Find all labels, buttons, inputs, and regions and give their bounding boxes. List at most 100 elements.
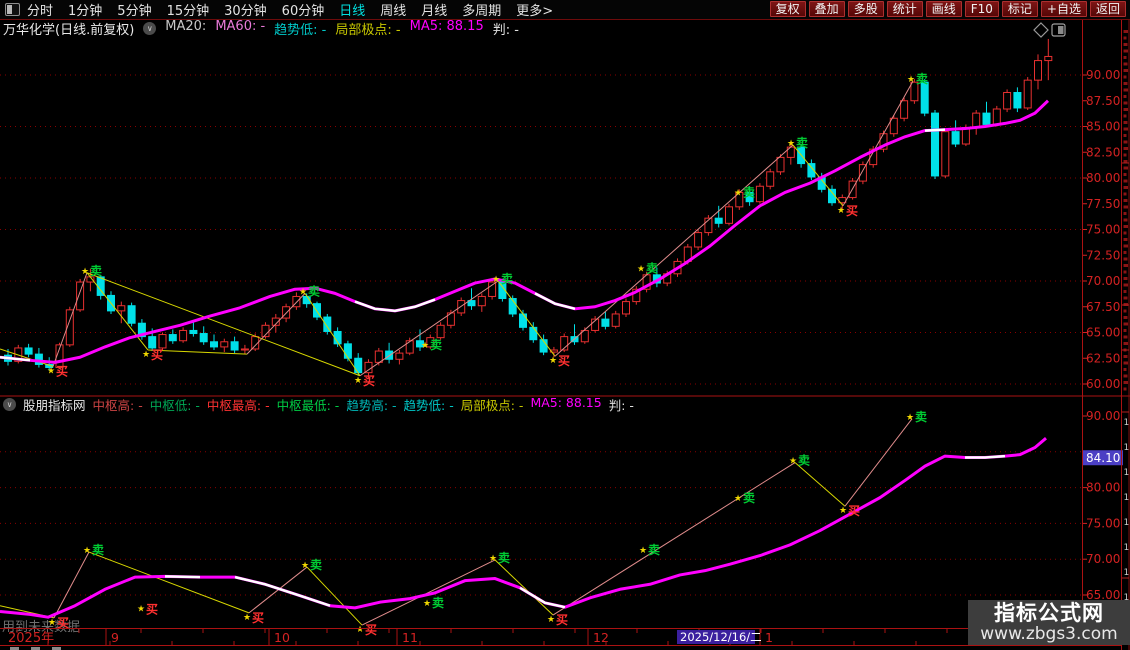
strip-glyph (1123, 49, 1128, 53)
buy-mark: 买 (363, 374, 375, 388)
toolbar-button-7[interactable]: +自选 (1040, 1, 1087, 17)
strip-glyph (1123, 283, 1128, 287)
year-label: 2025年 (8, 631, 54, 646)
candle-body (230, 341, 239, 351)
toolbar-button-6[interactable]: 标记 (1001, 1, 1038, 17)
price-axis-label: 70.00 (1086, 552, 1120, 566)
strip-glyph (1123, 114, 1127, 118)
candle-body (179, 329, 188, 342)
candle-body (776, 156, 785, 173)
trend-line-up (359, 280, 499, 377)
strip-glyph (1123, 69, 1128, 72)
period-tab-1[interactable]: 1分钟 (68, 0, 102, 19)
candle-body (694, 232, 703, 248)
strip-glyph (1123, 192, 1127, 196)
period-tab-2[interactable]: 5分钟 (117, 0, 151, 19)
star-icon: ★ (489, 554, 497, 564)
star-icon: ★ (142, 350, 150, 360)
period-tab-3[interactable]: 15分钟 (167, 0, 210, 19)
strip-digit: 1 (1124, 468, 1130, 478)
strip-glyph (1123, 82, 1128, 85)
buy-mark: 买 (365, 623, 377, 637)
star-icon: ★ (243, 613, 251, 623)
toolbar-button-8[interactable]: 返回 (1089, 1, 1126, 17)
toolbar-button-3[interactable]: 统计 (886, 1, 923, 17)
toolbar-button-1[interactable]: 叠加 (808, 1, 845, 17)
buy-mark: 买 (56, 364, 68, 378)
watermark-url: www.zbgs3.com (980, 624, 1118, 644)
strip-digit: 1 (1124, 418, 1130, 428)
strip-glyph (1123, 166, 1128, 170)
period-tab-5[interactable]: 60分钟 (282, 0, 325, 19)
chevron-down-icon[interactable]: ∨ (143, 22, 157, 35)
toolbar-button-0[interactable]: 复权 (769, 1, 806, 17)
star-icon: ★ (299, 287, 307, 297)
star-icon: ★ (137, 604, 145, 614)
strip-glyph (1123, 368, 1127, 371)
strip-glyph (1123, 264, 1128, 267)
candle-body (931, 112, 939, 177)
sell-mark: 卖 (796, 135, 808, 150)
strip-glyph (1123, 43, 1128, 46)
price-axis-label: 85.00 (1086, 120, 1120, 134)
strip-glyph (1123, 101, 1128, 105)
period-tab-0[interactable]: 分时 (27, 0, 53, 19)
chevron-down-icon[interactable]: ∨ (3, 398, 16, 411)
strip-glyph (1123, 30, 1128, 33)
candle-body (343, 343, 352, 359)
strip-glyph (1123, 231, 1127, 235)
period-tab-6[interactable]: 日线 (339, 0, 365, 19)
candle-body (858, 164, 867, 182)
period-tab-8[interactable]: 月线 (421, 0, 447, 19)
price-axis-label: 62.50 (1086, 351, 1120, 365)
strip-glyph (1123, 244, 1128, 248)
strip-glyph (1123, 342, 1128, 345)
date-axis: 2025年9101112122025/12/16/二 (8, 629, 1072, 646)
star-icon: ★ (301, 561, 309, 571)
candle-body (117, 305, 126, 312)
price-axis-label: 60.00 (1086, 377, 1120, 391)
indicator-panel: ★ 买★ 卖★ 买★ 买★ 卖★ 买★ 卖★ 卖★ 买★ 卖★ 卖★ 卖★ 买★ 卖 90.0080.0075… (0, 409, 1123, 637)
split-panel-icon[interactable] (1051, 23, 1066, 37)
indicator-field-0: 中枢高: - (92, 398, 143, 413)
period-tab-4[interactable]: 30分钟 (224, 0, 267, 19)
sell-mark: 卖 (432, 595, 444, 610)
strip-glyph (1123, 296, 1128, 300)
star-icon: ★ (48, 618, 56, 628)
app-window: 分时 1分钟 5分钟 15分钟 30分钟 60分钟 日线 周线 月线 多周期 更多> 复权 叠加 多股统… (0, 0, 1130, 650)
star-icon: ★ (837, 206, 845, 216)
buy-mark: 买 (146, 602, 158, 616)
strip-glyph (1123, 36, 1127, 40)
indicator-field-7: MA5: 88.15 (530, 395, 602, 410)
toolbar-button-4[interactable]: 画线 (925, 1, 962, 17)
buy-mark: 买 (57, 616, 69, 630)
candle-body (405, 340, 414, 354)
candle-body (920, 81, 929, 114)
sell-mark: 卖 (915, 409, 927, 424)
candle-body (1044, 55, 1053, 62)
trend-line-up (552, 462, 796, 616)
trend-line-down (304, 293, 361, 377)
month-label: 1 (765, 630, 773, 645)
strip-glyph (1123, 95, 1127, 98)
candle-body (766, 171, 775, 187)
period-tab-10[interactable]: 更多> (516, 0, 553, 19)
period-tab-9[interactable]: 多周期 (462, 0, 501, 19)
chart-canvas[interactable]: ★ 买★ 卖★ 买★ 卖★ 买★ 卖★ 卖★ 买★ 卖★ 卖★ 卖★ 买★ 卖 90.0087.5085.0… (0, 0, 1130, 650)
diamond-icon[interactable] (1033, 22, 1049, 38)
strip-glyph (1123, 361, 1128, 365)
main-chart-header: 万华化学(日线.前复权) ∨ MA20: MA60: - 趋势低: - 局部极点: -… (3, 19, 519, 38)
toolbar-button-2[interactable]: 多股 (847, 1, 884, 17)
trend-line-down (494, 559, 554, 616)
strip-glyph (1123, 212, 1127, 215)
indicator-field-1: 中枢低: - (149, 398, 200, 413)
star-icon: ★ (549, 356, 557, 366)
strip-digit: 1 (1124, 568, 1130, 578)
candle-body (611, 313, 620, 327)
period-tab-7[interactable]: 周线 (380, 0, 406, 19)
star-icon: ★ (81, 267, 89, 277)
star-icon: ★ (839, 506, 847, 516)
sub-chart-header: ∨ 股朋指标网 中枢高: - 中枢低: - 中枢最高: - 中枢最低: - 趋势高: -… (3, 395, 634, 413)
toolbar-button-5[interactable]: F10 (964, 1, 999, 17)
panel-toggle-icon[interactable] (5, 3, 20, 16)
